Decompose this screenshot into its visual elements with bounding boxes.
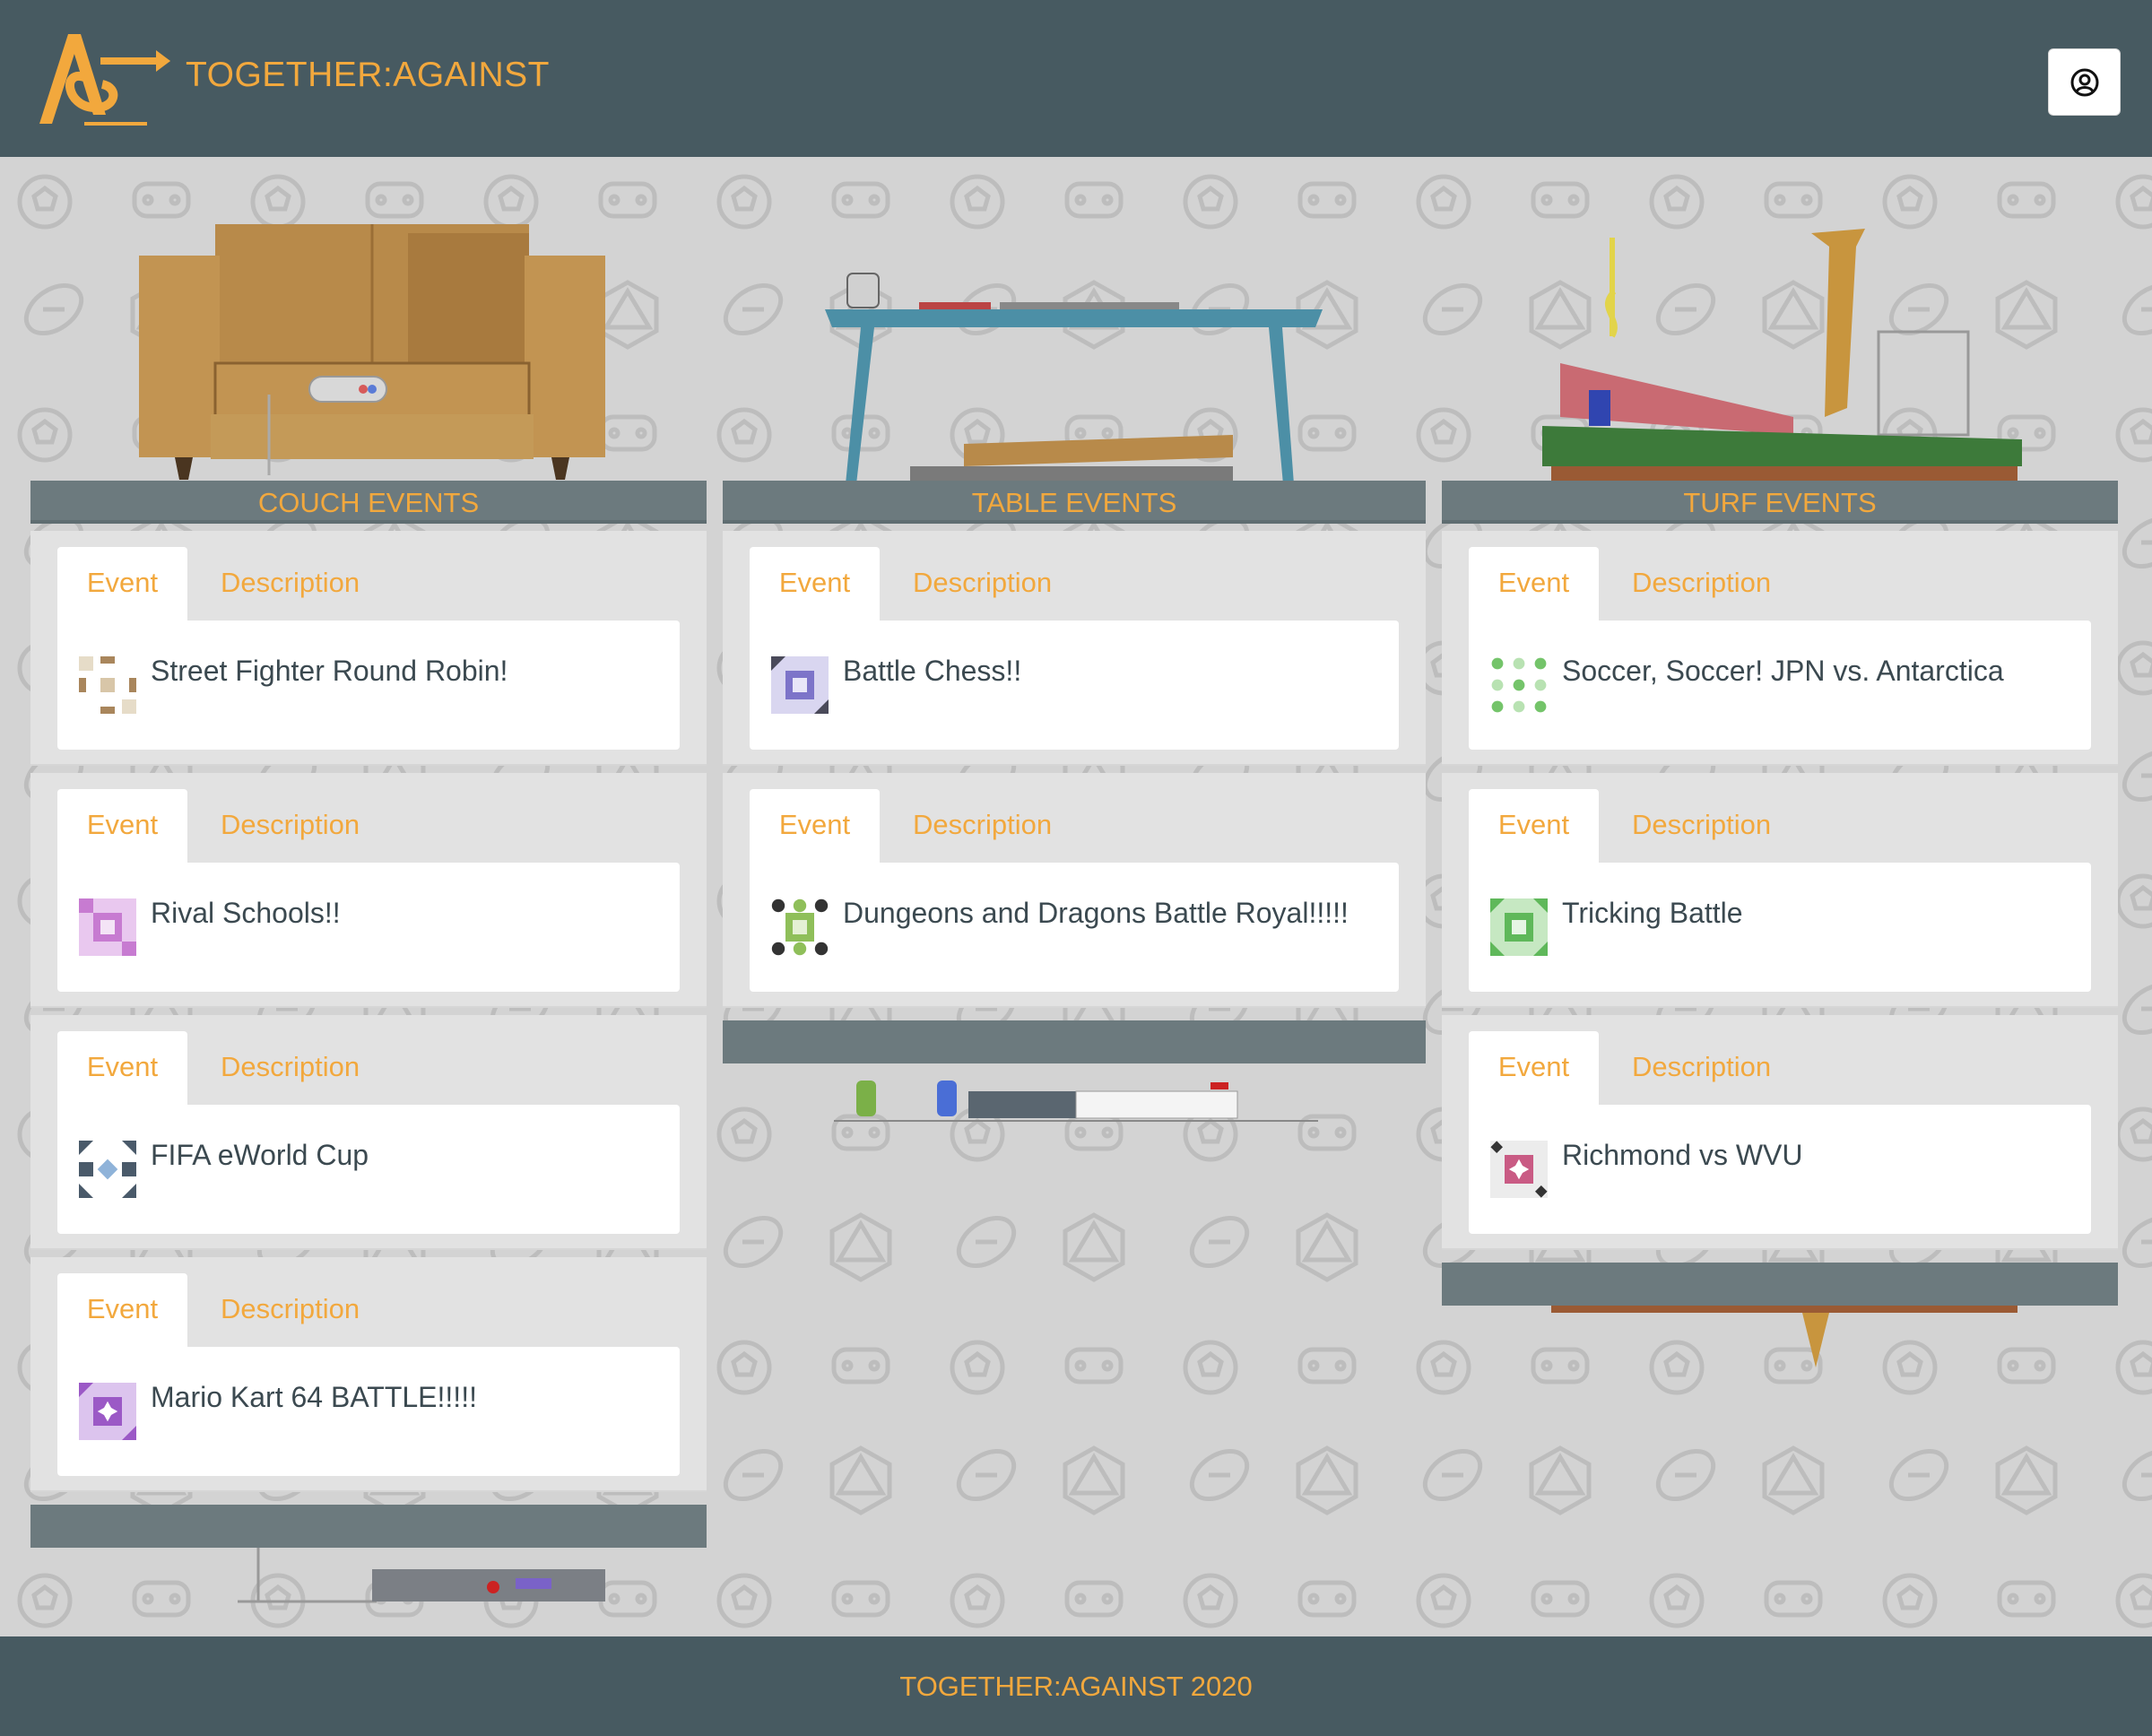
event-card: Event Description Street Fighter Round R… bbox=[30, 531, 707, 766]
couch-events-column: COUCH EVENTS Event Description Street Fi… bbox=[30, 481, 707, 1548]
tab-description[interactable]: Description bbox=[880, 789, 1080, 863]
identicon-avatar bbox=[79, 656, 136, 714]
tab-event[interactable]: Event bbox=[750, 547, 880, 621]
tab-description[interactable]: Description bbox=[187, 1273, 388, 1347]
top-bar: TOGETHER:AGAINST bbox=[0, 0, 2152, 157]
event-body[interactable]: Battle Chess!! bbox=[750, 621, 1399, 750]
event-title[interactable]: Tricking Battle bbox=[1562, 897, 1743, 930]
event-card: Event Description Battle Chess!! bbox=[723, 531, 1426, 766]
event-body[interactable]: FIFA eWorld Cup bbox=[57, 1105, 680, 1234]
identicon-avatar bbox=[1490, 898, 1548, 956]
identicon-avatar bbox=[771, 656, 829, 714]
together-against-logo[interactable] bbox=[30, 25, 170, 133]
tab-event[interactable]: Event bbox=[1469, 789, 1599, 863]
brand-name[interactable]: TOGETHER:AGAINST bbox=[186, 56, 550, 95]
event-card: Event Description Mario Kart 64 BATTLE!!… bbox=[30, 1257, 707, 1492]
column-title: COUCH EVENTS bbox=[30, 481, 707, 524]
event-card: Event Description Tricking Battle bbox=[1442, 773, 2118, 1008]
table-bottom-illustration bbox=[834, 1081, 1318, 1122]
tab-description[interactable]: Description bbox=[187, 547, 388, 621]
footer-copyright: TOGETHER:AGAINST 2020 bbox=[899, 1671, 1253, 1702]
tab-description[interactable]: Description bbox=[880, 547, 1080, 621]
tab-description[interactable]: Description bbox=[187, 1031, 388, 1105]
tab-event[interactable]: Event bbox=[1469, 1031, 1599, 1105]
tab-event[interactable]: Event bbox=[57, 547, 187, 621]
event-card: Event Description Dungeons and Dragons B… bbox=[723, 773, 1426, 1008]
event-title[interactable]: FIFA eWorld Cup bbox=[151, 1139, 369, 1172]
identicon-avatar bbox=[79, 1141, 136, 1198]
column-footer-bar bbox=[723, 1020, 1426, 1063]
event-body[interactable]: Street Fighter Round Robin! bbox=[57, 621, 680, 750]
identicon-avatar bbox=[79, 1383, 136, 1440]
tab-event[interactable]: Event bbox=[1469, 547, 1599, 621]
tab-event[interactable]: Event bbox=[57, 1031, 187, 1105]
footer: TOGETHER:AGAINST 2020 bbox=[0, 1636, 2152, 1736]
event-title[interactable]: Rival Schools!! bbox=[151, 897, 341, 930]
column-title: TABLE EVENTS bbox=[723, 481, 1426, 524]
turf-events-column: TURF EVENTS Event Description Soccer, So… bbox=[1442, 481, 2118, 1306]
event-title[interactable]: Street Fighter Round Robin! bbox=[151, 655, 508, 688]
tab-event[interactable]: Event bbox=[750, 789, 880, 863]
event-title[interactable]: Dungeons and Dragons Battle Royal!!!!! bbox=[843, 897, 1349, 930]
identicon-avatar bbox=[1490, 1141, 1548, 1198]
table-illustration bbox=[825, 273, 1323, 484]
account-button[interactable] bbox=[2048, 48, 2121, 116]
column-title: TURF EVENTS bbox=[1442, 481, 2118, 524]
tab-description[interactable]: Description bbox=[1599, 547, 1800, 621]
event-body[interactable]: Richmond vs WVU bbox=[1469, 1105, 2091, 1234]
tab-event[interactable]: Event bbox=[57, 1273, 187, 1347]
event-body[interactable]: Tricking Battle bbox=[1469, 863, 2091, 992]
event-card: Event Description Soccer, Soccer! JPN vs… bbox=[1442, 531, 2118, 766]
event-body[interactable]: Rival Schools!! bbox=[57, 863, 680, 992]
identicon-avatar bbox=[1491, 657, 1547, 713]
column-footer-bar bbox=[1442, 1263, 2118, 1306]
identicon-avatar bbox=[79, 898, 136, 956]
couch-illustration bbox=[139, 224, 605, 480]
tab-description[interactable]: Description bbox=[1599, 1031, 1800, 1105]
tab-description[interactable]: Description bbox=[1599, 789, 1800, 863]
user-circle-icon bbox=[2070, 68, 2098, 96]
tab-event[interactable]: Event bbox=[57, 789, 187, 863]
identicon-avatar bbox=[771, 898, 829, 956]
table-events-column: TABLE EVENTS Event Description Battle Ch… bbox=[723, 481, 1426, 1063]
event-title[interactable]: Mario Kart 64 BATTLE!!!!! bbox=[151, 1381, 477, 1414]
event-title[interactable]: Battle Chess!! bbox=[843, 655, 1021, 688]
tab-description[interactable]: Description bbox=[187, 789, 388, 863]
event-body[interactable]: Dungeons and Dragons Battle Royal!!!!! bbox=[750, 863, 1399, 992]
event-body[interactable]: Soccer, Soccer! JPN vs. Antarctica bbox=[1469, 621, 2091, 750]
event-card: Event Description FIFA eWorld Cup bbox=[30, 1015, 707, 1250]
turf-illustration bbox=[1542, 229, 2022, 482]
event-title[interactable]: Soccer, Soccer! JPN vs. Antarctica bbox=[1562, 655, 2004, 688]
column-footer-bar bbox=[30, 1505, 707, 1548]
event-card: Event Description Richmond vs WVU bbox=[1442, 1015, 2118, 1250]
event-body[interactable]: Mario Kart 64 BATTLE!!!!! bbox=[57, 1347, 680, 1476]
event-title[interactable]: Richmond vs WVU bbox=[1562, 1139, 1803, 1172]
event-card: Event Description Rival Schools!! bbox=[30, 773, 707, 1008]
